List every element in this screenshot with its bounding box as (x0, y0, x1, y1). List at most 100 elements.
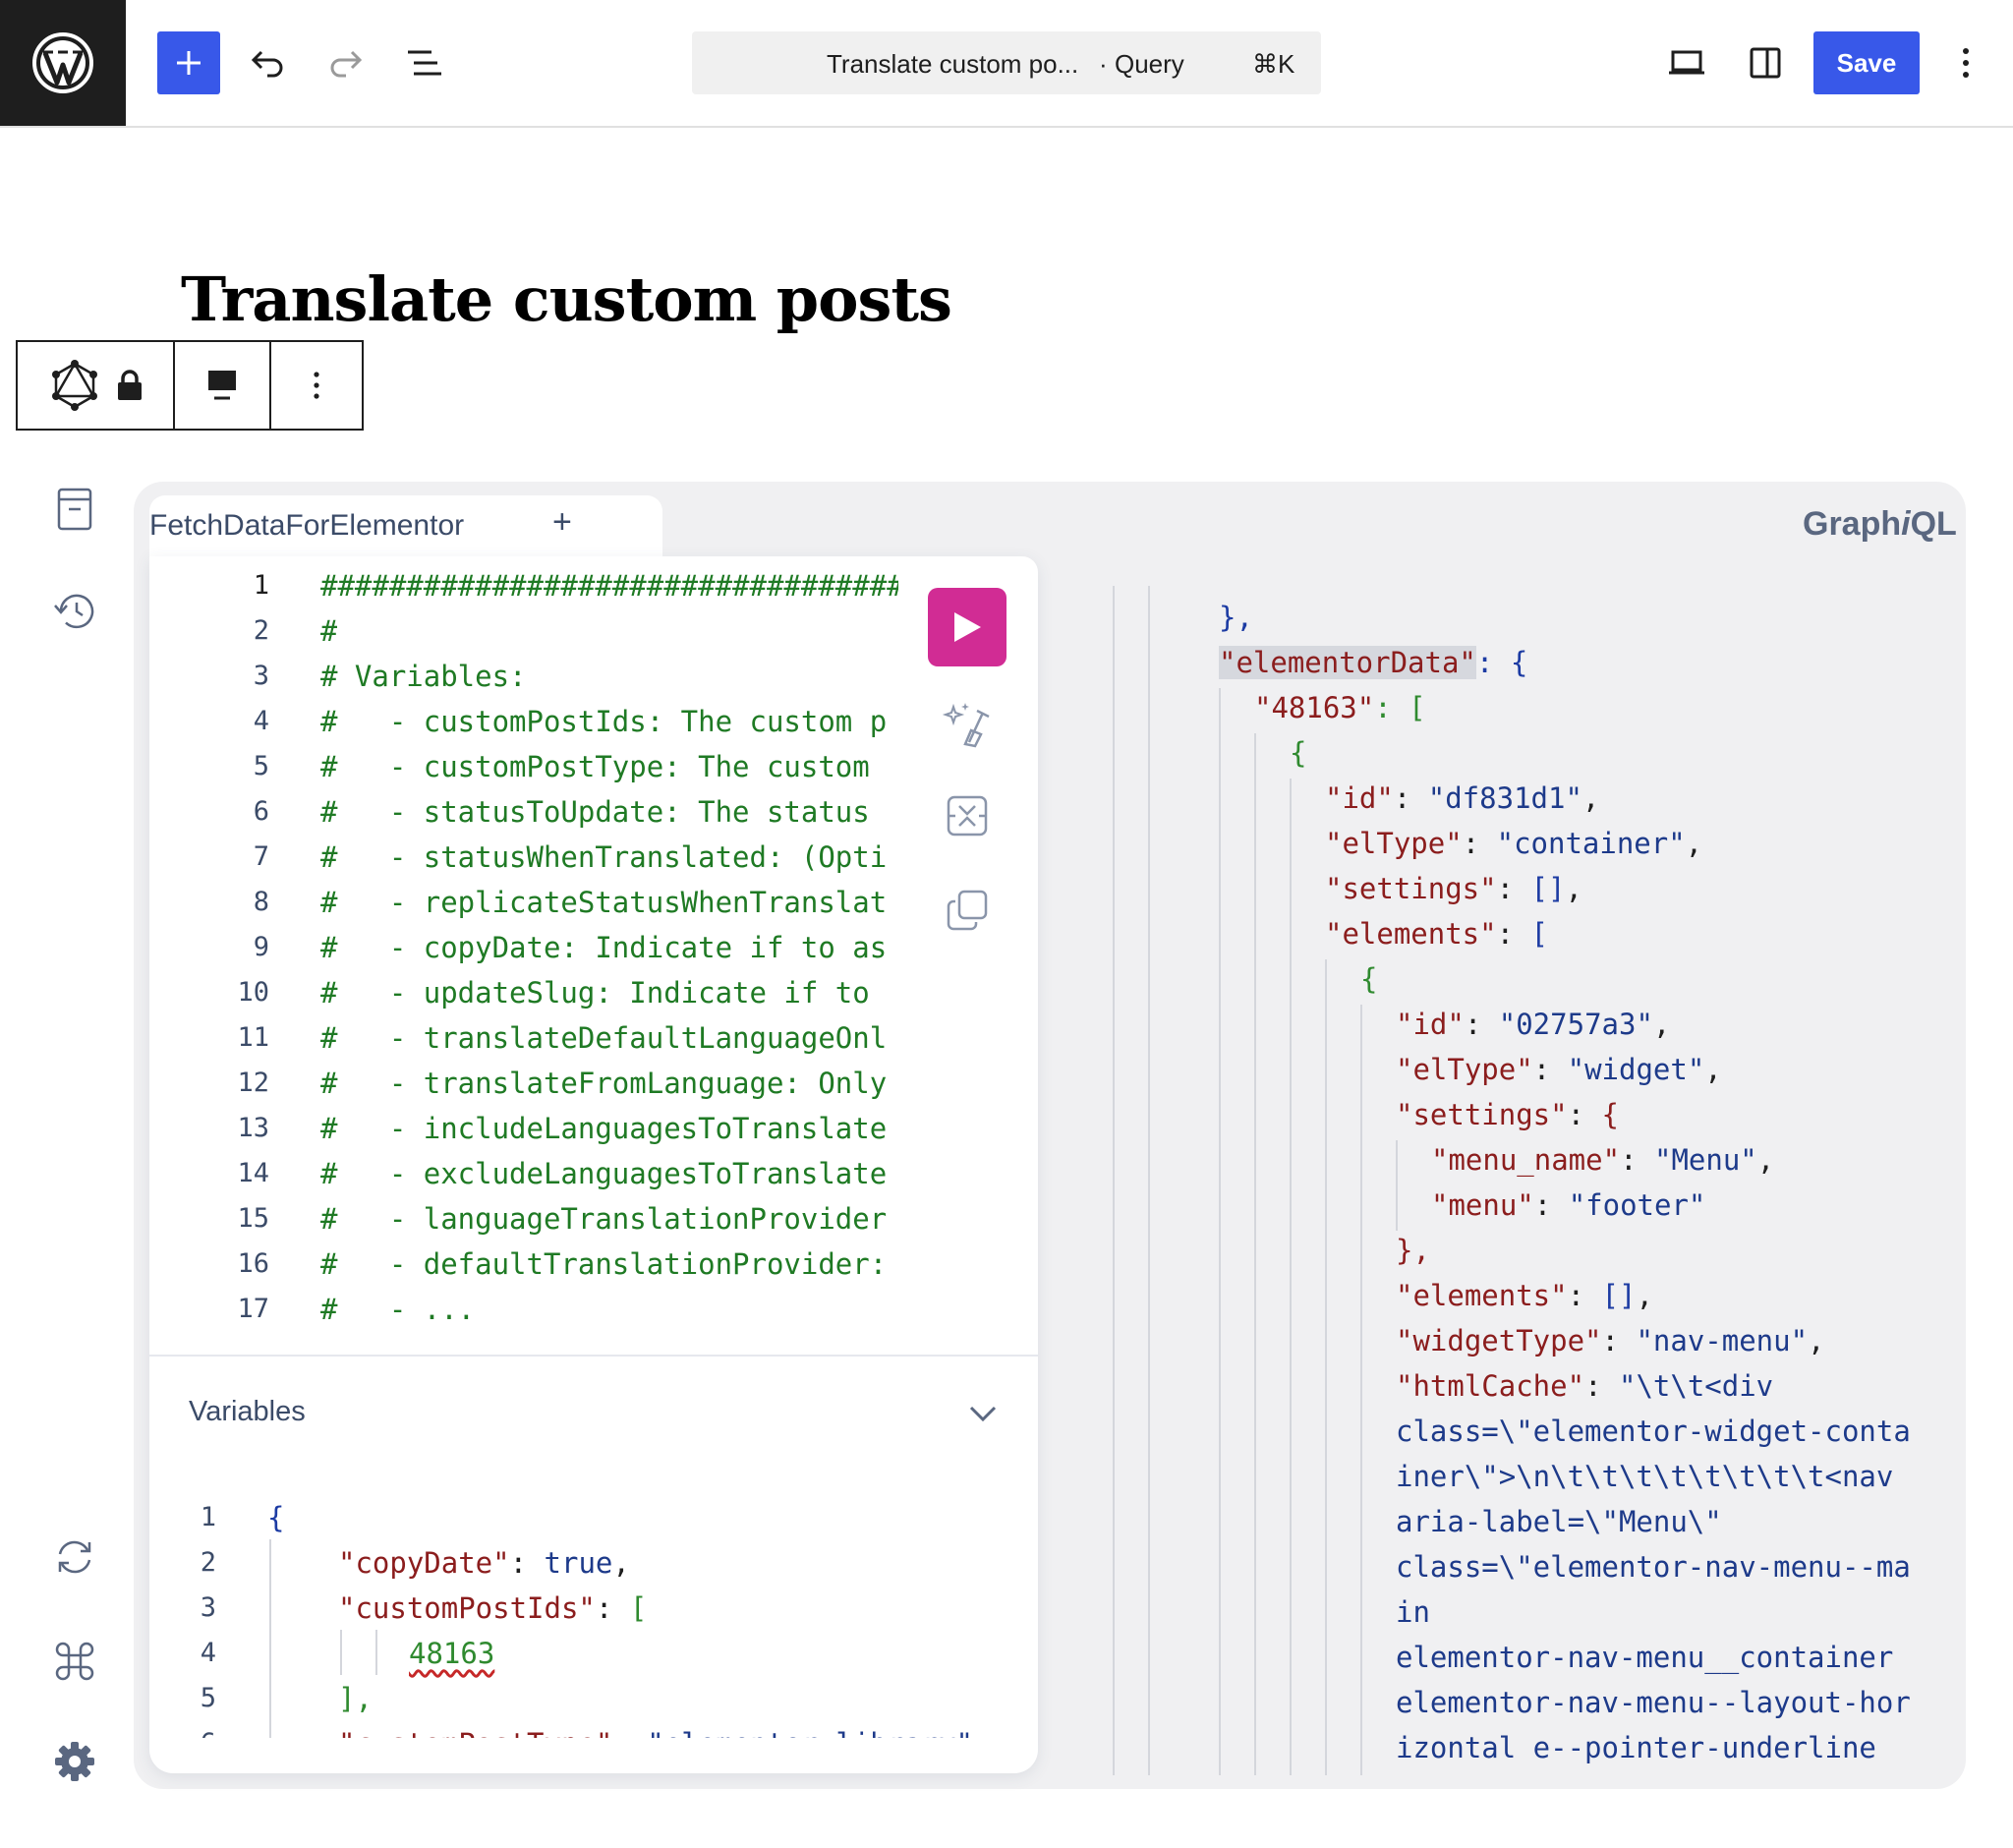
indent-guide (1113, 586, 1115, 1775)
query-line[interactable]: ###################################### (320, 566, 898, 606)
json-value: "02757a3" (1498, 1008, 1653, 1041)
json-value: "elementor_library" (647, 1727, 973, 1738)
json-value: true (544, 1546, 613, 1580)
json-colon: : (1567, 1279, 1602, 1312)
json-colon: : (1393, 781, 1428, 815)
variables-line[interactable]: "customPostIds": [ (338, 1588, 647, 1628)
json-key: "id" (1396, 1008, 1465, 1041)
variables-line-number: 2 (200, 1547, 216, 1578)
json-colon: : (1533, 1188, 1569, 1222)
json-value: [ (629, 1591, 648, 1625)
line-number: 5 (253, 751, 269, 781)
json-string-continuation: iner\">\n\t\t\t\t\t\t\t\t<nav (1396, 1460, 1894, 1493)
query-line[interactable]: # - statusToUpdate: The status (320, 792, 870, 832)
save-button[interactable]: Save (1813, 31, 1920, 94)
graphiql-logo: GraphiQL (1803, 505, 1957, 544)
variables-tab[interactable]: Variables (189, 1396, 306, 1428)
query-line[interactable]: # - statusWhenTranslated: (Opti (320, 837, 887, 877)
json-string-continuation: aria-label=\"Menu\" (1396, 1505, 1722, 1538)
query-line[interactable]: # - customPostIds: The custom p (320, 702, 887, 741)
json-value: "container" (1496, 827, 1686, 860)
result-line: "menu": "footer" (1431, 1185, 1705, 1225)
indent-guide (1360, 1005, 1362, 1775)
refetch-schema-button[interactable] (47, 1530, 102, 1585)
json-value: [] (1601, 1279, 1637, 1312)
query-line[interactable]: # - updateSlug: Indicate if to (320, 973, 870, 1012)
line-number: 12 (237, 1068, 269, 1098)
more-vertical-icon (1963, 48, 1969, 78)
line-number: 2 (253, 615, 269, 646)
json-value: [ (1530, 917, 1548, 951)
query-line[interactable]: # (320, 611, 337, 651)
line-number: 13 (237, 1113, 269, 1143)
query-line[interactable]: # - copyDate: Indicate if to as (320, 928, 887, 967)
query-line[interactable]: # - translateDefaultLanguageOnl (320, 1018, 887, 1058)
options-menu-button[interactable] (1934, 31, 1997, 94)
indent-guide (1325, 959, 1327, 1775)
indent-guide (269, 1539, 271, 1738)
line-number: 16 (237, 1248, 269, 1279)
prettify-icon (942, 703, 990, 748)
query-line[interactable]: # - translateFromLanguage: Only (320, 1064, 887, 1103)
json-colon: : (1620, 1143, 1654, 1177)
json-comma: , (612, 1546, 630, 1580)
json-brace: { (1360, 962, 1378, 996)
variables-line[interactable]: { (267, 1498, 284, 1537)
merge-fragments-icon (947, 795, 988, 837)
json-comma: , (1704, 1053, 1722, 1086)
desktop-view-icon (1669, 50, 1704, 75)
result-line: }, (1396, 1231, 1430, 1270)
line-number: 1 (253, 570, 269, 601)
query-line[interactable]: # - includeLanguagesToTranslate (320, 1109, 887, 1148)
copy-query-button[interactable] (940, 883, 995, 938)
settings-button[interactable] (47, 1734, 102, 1789)
variables-line[interactable]: "copyDate": true, (338, 1543, 630, 1583)
query-line[interactable]: # - excludeLanguagesToTranslate (320, 1154, 887, 1193)
keyboard-shortcuts-button[interactable] (47, 1634, 102, 1689)
json-key: "elementorData" (1219, 646, 1476, 679)
json-colon: : (1584, 1369, 1619, 1403)
settings-icon (55, 1742, 94, 1781)
execute-query-button[interactable] (928, 588, 1006, 666)
json-value: { (1601, 1098, 1619, 1131)
json-bracket: : { (1475, 646, 1528, 679)
logo-prefix: Graph (1803, 505, 1902, 543)
view-button[interactable] (1655, 31, 1718, 94)
query-line[interactable]: # - defaultTranslationProvider: (320, 1244, 887, 1284)
result-line: }, (1219, 598, 1253, 637)
json-colon: : (509, 1546, 545, 1580)
variables-line-number: 1 (200, 1502, 216, 1532)
query-line[interactable]: # - replicateStatusWhenTranslat (320, 883, 887, 922)
json-comma: , (1652, 1008, 1671, 1041)
json-comma: , (973, 1727, 990, 1738)
json-key: "elType" (1396, 1053, 1533, 1086)
variables-line-number: 3 (200, 1592, 216, 1623)
json-key: "elements" (1396, 1279, 1568, 1312)
result-line: izontal e--pointer-underline (1396, 1728, 1876, 1767)
json-bracket: : [ (1374, 691, 1426, 724)
prettify-button[interactable] (940, 696, 995, 751)
merge-fragments-button[interactable] (940, 788, 995, 843)
variables-editor[interactable]: 1 2 3 4 5 6 {"copyDate": true, "customPostIds":… (149, 1494, 1038, 1738)
query-line[interactable]: # - customPostType: The custom (320, 747, 870, 786)
json-key: "48163" (1254, 691, 1375, 724)
query-line[interactable]: # - languageTranslationProvider (320, 1199, 887, 1239)
chevron-down-icon[interactable] (965, 1396, 1001, 1431)
indent-guide (1148, 586, 1150, 1775)
settings-sidebar-icon (1750, 47, 1781, 79)
json-brace: { (1290, 736, 1307, 770)
query-line[interactable]: # Variables: (320, 657, 527, 696)
query-editor[interactable]: 1 ###################################### 2… (0, 31, 898, 1347)
json-brace: { (267, 1501, 285, 1534)
json-bracket: ], (338, 1682, 373, 1715)
variables-line[interactable]: ], (338, 1679, 373, 1718)
variables-line[interactable]: "customPostType": "elementor_library", (338, 1724, 990, 1738)
settings-sidebar-button[interactable] (1734, 31, 1797, 94)
result-line: iner\">\n\t\t\t\t\t\t\t\t<nav (1396, 1457, 1893, 1496)
logo-suffix: QL (1910, 505, 1957, 543)
json-value: "nav-menu" (1636, 1324, 1809, 1357)
copy-icon (947, 890, 988, 931)
json-colon: : (1496, 872, 1531, 905)
variables-line[interactable]: 48163 (409, 1634, 494, 1673)
query-line[interactable]: # - ... (320, 1290, 475, 1329)
